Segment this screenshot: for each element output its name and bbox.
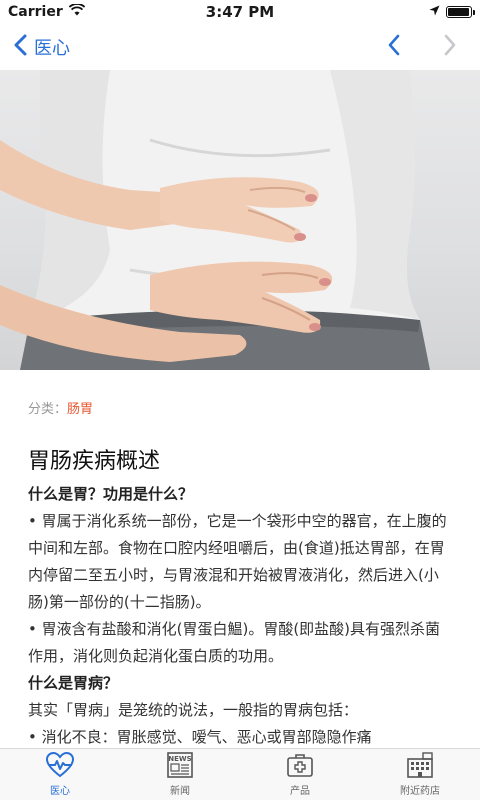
article-content: 分类：肠胃 胃肠疾病概述 什么是胃？功用是什么？ • 胃属于消化系统一部份，它是… <box>0 370 480 750</box>
article-body: 什么是胃？功用是什么？ • 胃属于消化系统一部份，它是一个袋形中空的器官，在上腹… <box>28 481 452 750</box>
question-heading: 什么是胃？功用是什么？ <box>28 485 194 503</box>
battery-level <box>448 8 469 16</box>
chevron-right-icon <box>444 34 456 56</box>
tab-products[interactable]: 产品 <box>240 749 360 800</box>
news-icon: NEWS <box>167 752 193 778</box>
medical-kit-icon <box>287 754 313 777</box>
status-left: Carrier <box>8 3 85 20</box>
nav-previous-button[interactable] <box>386 34 402 60</box>
building-icon <box>407 752 433 778</box>
back-button[interactable]: 医心 <box>12 34 70 61</box>
paragraph: 其实「胃病」是笼统的说法，一般指的胃病包括： <box>28 701 359 719</box>
svg-text:NEWS: NEWS <box>168 755 191 763</box>
tab-yixin[interactable]: 医心 <box>0 749 120 800</box>
chevron-left-icon <box>388 34 400 56</box>
tab-label: 附近药店 <box>400 786 440 797</box>
article-title: 胃肠疾病概述 <box>28 449 161 474</box>
nav-bar: 医心 <box>0 24 480 70</box>
tab-label: 产品 <box>290 786 310 797</box>
question-heading: 什么是胃病？ <box>28 674 119 692</box>
tab-label: 医心 <box>50 786 70 797</box>
chevron-left-icon <box>12 34 30 61</box>
paragraph: • 消化不良：胃胀感觉、嗳气、恶心或胃部隐隐作痛 <box>28 728 372 746</box>
location-arrow-icon <box>429 4 440 20</box>
tab-nearby-pharmacy[interactable]: 附近药店 <box>360 749 480 800</box>
heart-pulse-icon <box>45 751 75 778</box>
carrier-label: Carrier <box>8 4 63 20</box>
nav-forward-button[interactable] <box>442 34 458 60</box>
category-label: 分类： <box>28 402 68 417</box>
status-right <box>429 4 475 20</box>
paragraph: • 胃属于消化系统一部份，它是一个袋形中空的器官，在上腹的中间和左部。食物在口腔… <box>28 512 447 611</box>
tab-bar: 医心 NEWS 新闻 产品 附近药店 <box>0 748 480 800</box>
tab-news[interactable]: NEWS 新闻 <box>120 749 240 800</box>
back-label: 医心 <box>34 38 70 59</box>
tab-label: 新闻 <box>170 786 190 797</box>
web-nav-arrows <box>386 34 468 60</box>
status-bar: Carrier 3:47 PM <box>0 0 480 24</box>
category-line: 分类：肠胃 <box>28 398 452 417</box>
wifi-icon <box>68 3 85 20</box>
paragraph: • 胃液含有盐酸和消化(胃蛋白鰛)。胃酸(即盐酸)具有强烈杀菌作用，消化则负起消… <box>28 620 441 665</box>
battery-icon <box>446 6 475 18</box>
status-time: 3:47 PM <box>205 3 275 21</box>
category-value[interactable]: 肠胃 <box>67 402 93 417</box>
article-hero-image <box>0 70 480 370</box>
